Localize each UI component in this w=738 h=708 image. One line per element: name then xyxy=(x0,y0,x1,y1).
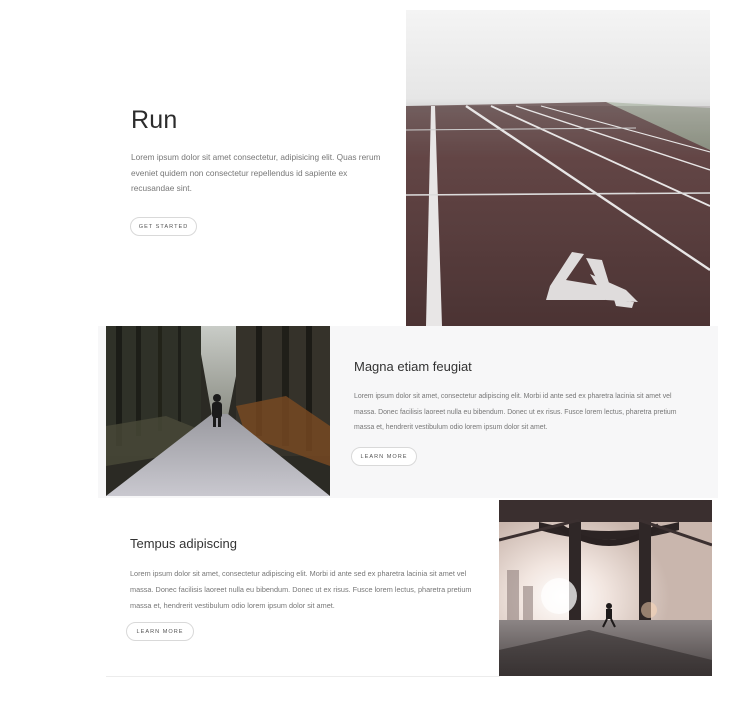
section-divider xyxy=(106,676,500,677)
bridge-runner-image xyxy=(499,500,712,676)
learn-more-button[interactable]: Learn More xyxy=(126,622,194,641)
feature-description: Lorem ipsum dolor sit amet consectetur, … xyxy=(131,152,381,193)
feature-title: Magna etiam feugiat xyxy=(354,359,472,374)
forest-path-image xyxy=(106,326,330,496)
feature-description: Lorem ipsum dolor sit amet, consectetur … xyxy=(354,393,677,431)
feature-section-tempus: Tempus adipiscing Lorem ipsum dolor sit … xyxy=(106,500,712,676)
feature-title: Run xyxy=(131,106,178,134)
get-started-button[interactable]: Get Started xyxy=(130,217,197,236)
feature-text-block: Run Lorem ipsum dolor sit amet consectet… xyxy=(98,10,406,326)
feature-description: Lorem ipsum dolor sit amet, consectetur … xyxy=(130,569,472,610)
feature-title: Tempus adipiscing xyxy=(130,536,237,551)
feature-section-magna: Magna etiam feugiat Lorem ipsum dolor si… xyxy=(98,326,718,498)
running-track-image xyxy=(406,10,710,326)
learn-more-button[interactable]: Learn More xyxy=(351,447,417,466)
page: Run Lorem ipsum dolor sit amet consectet… xyxy=(0,0,738,708)
feature-section-run: Run Lorem ipsum dolor sit amet consectet… xyxy=(98,10,710,326)
